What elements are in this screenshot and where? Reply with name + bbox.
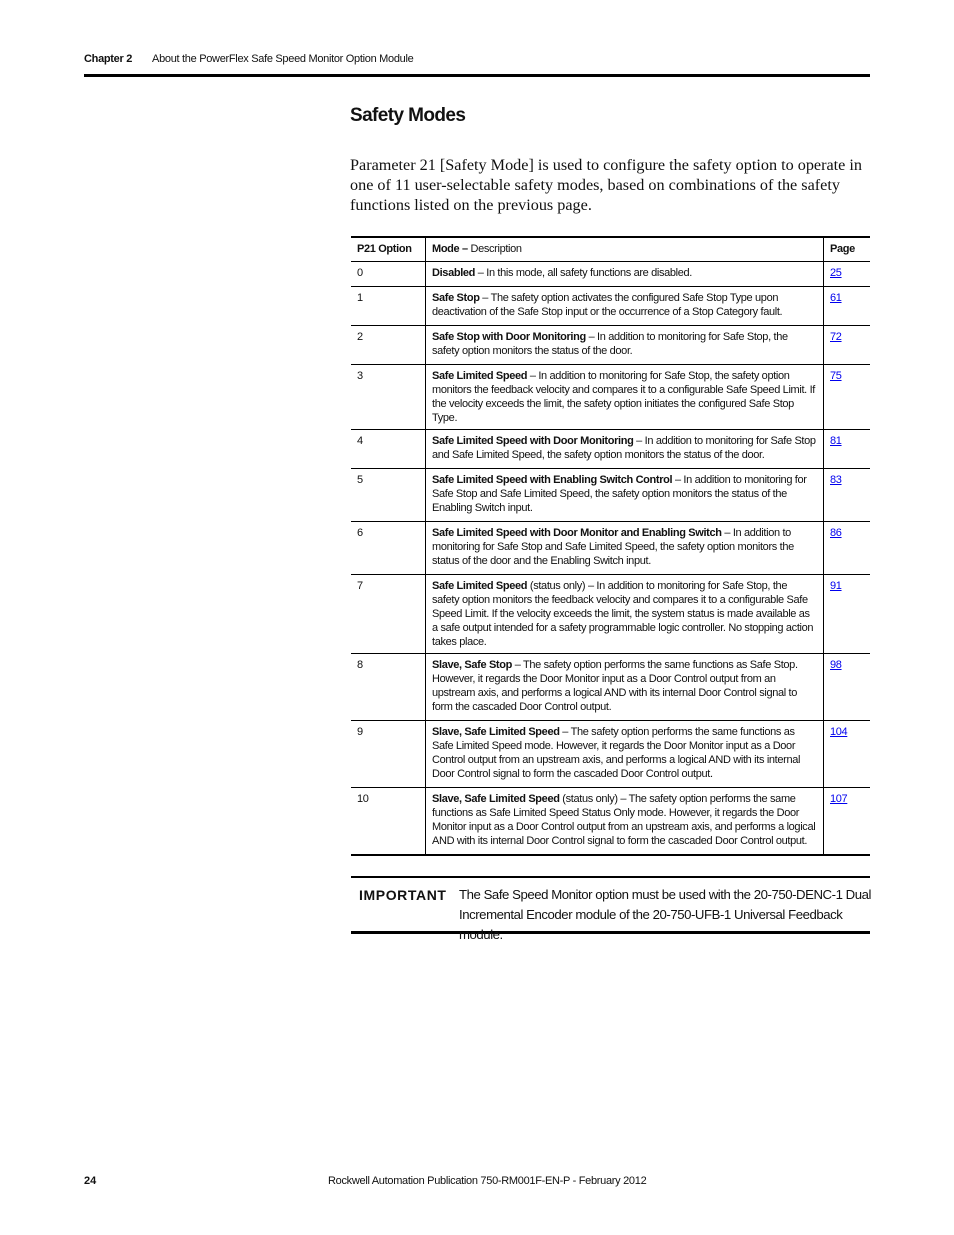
intro-paragraph: Parameter 21 [Safety Mode] is used to co… bbox=[350, 156, 863, 214]
page-link[interactable]: 86 bbox=[830, 527, 842, 539]
mode-name: Slave, Safe Limited Speed bbox=[432, 793, 560, 805]
publication-info: Rockwell Automation Publication 750-RM00… bbox=[328, 1175, 647, 1187]
page-cell: 104 bbox=[823, 720, 870, 788]
page-link[interactable]: 107 bbox=[830, 793, 848, 805]
mode-cell: Slave, Safe Limited Speed – The safety o… bbox=[425, 720, 824, 788]
table-row: 1 Safe Stop – The safety option activate… bbox=[351, 286, 870, 326]
page-link[interactable]: 72 bbox=[830, 331, 842, 343]
page-link[interactable]: 61 bbox=[830, 292, 842, 304]
page-cell: 61 bbox=[823, 286, 870, 326]
option-cell: 2 bbox=[351, 325, 426, 365]
option-cell: 5 bbox=[351, 468, 426, 522]
mode-name: Safe Stop bbox=[432, 292, 480, 304]
table-row: 10 Slave, Safe Limited Speed (status onl… bbox=[351, 787, 870, 856]
mode-cell: Safe Stop – The safety option activates … bbox=[425, 286, 824, 326]
page-number: 24 bbox=[84, 1175, 97, 1187]
page-link[interactable]: 25 bbox=[830, 267, 842, 279]
page-cell: 98 bbox=[823, 653, 870, 721]
mode-cell: Slave, Safe Limited Speed (status only) … bbox=[425, 787, 824, 856]
mode-cell: Slave, Safe Stop – The safety option per… bbox=[425, 653, 824, 721]
table-row: 3 Safe Limited Speed – In addition to mo… bbox=[351, 364, 870, 430]
mode-description: – The safety option activates the config… bbox=[432, 292, 783, 318]
header-mode: Mode – Description bbox=[425, 237, 824, 262]
important-note: IMPORTANT The Safe Speed Monitor option … bbox=[351, 876, 871, 942]
mode-name: Safe Limited Speed with Enabling Switch … bbox=[432, 474, 673, 486]
option-cell: 7 bbox=[351, 574, 426, 654]
running-header: Chapter 2 About the PowerFlex Safe Speed … bbox=[84, 53, 414, 65]
page-link[interactable]: 91 bbox=[830, 580, 842, 592]
table-row: 7 Safe Limited Speed (status only) – In … bbox=[351, 574, 870, 654]
page-cell: 83 bbox=[823, 468, 870, 522]
table-row: 4 Safe Limited Speed with Door Monitorin… bbox=[351, 429, 870, 469]
mode-name: Safe Limited Speed bbox=[432, 580, 528, 592]
option-cell: 3 bbox=[351, 364, 426, 430]
page-cell: 72 bbox=[823, 325, 870, 365]
mode-name: Disabled bbox=[432, 267, 476, 279]
important-text: The Safe Speed Monitor option must be us… bbox=[459, 887, 871, 942]
option-cell: 10 bbox=[351, 787, 426, 856]
header-mode-rest: Description bbox=[467, 243, 523, 255]
mode-name: Slave, Safe Limited Speed bbox=[432, 726, 560, 738]
page-cell: 75 bbox=[823, 364, 870, 430]
option-cell: 8 bbox=[351, 653, 426, 721]
option-cell: 4 bbox=[351, 429, 426, 469]
header-rule bbox=[84, 74, 870, 77]
table-row: 2 Safe Stop with Door Monitoring – In ad… bbox=[351, 325, 870, 365]
page-cell: 91 bbox=[823, 574, 870, 654]
page-link[interactable]: 81 bbox=[830, 435, 842, 447]
mode-cell: Disabled – In this mode, all safety func… bbox=[425, 261, 824, 287]
header-page: Page bbox=[823, 237, 870, 262]
table-header-row: P21 Option Mode – Description Page bbox=[351, 237, 870, 262]
page-link[interactable]: 75 bbox=[830, 370, 842, 382]
table-row: 9 Slave, Safe Limited Speed – The safety… bbox=[351, 720, 870, 788]
section-title: Safety Modes bbox=[350, 105, 466, 126]
option-cell: 1 bbox=[351, 286, 426, 326]
mode-cell: Safe Limited Speed (status only) – In ad… bbox=[425, 574, 824, 654]
header-option: P21 Option bbox=[351, 237, 426, 262]
chapter-title: About the PowerFlex Safe Speed Monitor O… bbox=[152, 53, 414, 65]
mode-name: Safe Stop with Door Monitoring bbox=[432, 331, 586, 343]
table-row: 5 Safe Limited Speed with Enabling Switc… bbox=[351, 468, 870, 522]
option-cell: 0 bbox=[351, 261, 426, 287]
mode-cell: Safe Limited Speed with Door Monitor and… bbox=[425, 521, 824, 575]
page-cell: 81 bbox=[823, 429, 870, 469]
important-label: IMPORTANT bbox=[359, 887, 447, 903]
page-cell: 86 bbox=[823, 521, 870, 575]
mode-name: Slave, Safe Stop bbox=[432, 659, 512, 671]
mode-name: Safe Limited Speed with Door Monitor and… bbox=[432, 527, 722, 539]
mode-description: – In this mode, all safety functions are… bbox=[475, 267, 693, 279]
page-cell: 25 bbox=[823, 261, 870, 287]
page-link[interactable]: 83 bbox=[830, 474, 842, 486]
table-row: 6 Safe Limited Speed with Door Monitor a… bbox=[351, 521, 870, 575]
safety-modes-table: P21 Option Mode – Description Page 0 Dis… bbox=[351, 236, 870, 856]
mode-name: Safe Limited Speed with Door Monitoring bbox=[432, 435, 634, 447]
header-mode-bold: Mode – bbox=[432, 243, 468, 255]
mode-cell: Safe Limited Speed with Enabling Switch … bbox=[425, 468, 824, 522]
page-cell: 107 bbox=[823, 787, 870, 856]
option-cell: 9 bbox=[351, 720, 426, 788]
table-row: 0 Disabled – In this mode, all safety fu… bbox=[351, 261, 870, 287]
mode-cell: Safe Stop with Door Monitoring – In addi… bbox=[425, 325, 824, 365]
table-row: 8 Slave, Safe Stop – The safety option p… bbox=[351, 653, 870, 721]
option-cell: 6 bbox=[351, 521, 426, 575]
document-page: Chapter 2 About the PowerFlex Safe Speed … bbox=[0, 0, 954, 1235]
page-link[interactable]: 98 bbox=[830, 659, 842, 671]
mode-cell: Safe Limited Speed – In addition to moni… bbox=[425, 364, 824, 430]
page-link[interactable]: 104 bbox=[830, 726, 848, 738]
chapter-label: Chapter 2 bbox=[84, 53, 133, 65]
mode-cell: Safe Limited Speed with Door Monitoring … bbox=[425, 429, 824, 469]
mode-name: Safe Limited Speed bbox=[432, 370, 528, 382]
